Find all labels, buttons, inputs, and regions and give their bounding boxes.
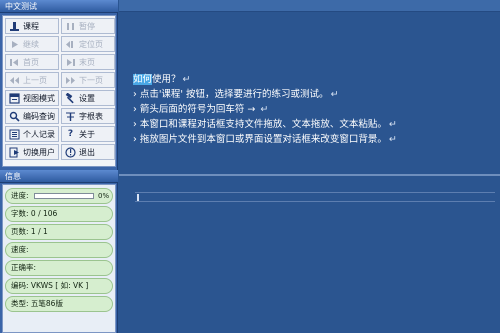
lesson-line: 如何使用？ ↵ (133, 74, 191, 85)
question-icon: ? (67, 129, 74, 139)
record-icon (9, 129, 20, 140)
lesson-line: › 拖放图片文件到本窗口或界面设置对话框来改变窗口背景。 ↵ (133, 134, 397, 145)
locate-page-button[interactable]: 定位页 (61, 36, 115, 52)
next-page-button[interactable]: 下一页 (61, 72, 115, 88)
exit-button[interactable]: 退出 (61, 144, 115, 160)
course-icon (9, 21, 20, 32)
code-query-button[interactable]: 编码查询 (5, 108, 59, 124)
main-area: 如何使用？ ↵ › 点击'课程' 按钮，选择要进行的练习或测试。 ↵ › 箭头后面的… (119, 0, 500, 333)
command-panel: 中文测试 课程 暂停 继续 定位页 首页 末页 上一页 下一页 视图模式 设置 … (0, 0, 118, 333)
type-row: 类型: 五笔86版 (5, 296, 113, 312)
encoding-row: 编码: VKWS [ 如: VK ] (5, 278, 113, 294)
hammer-icon (65, 92, 76, 104)
pause-icon (65, 21, 76, 32)
lesson-text: 如何使用？ ↵ › 点击'课程' 按钮，选择要进行的练习或测试。 ↵ › 箭头后面的… (133, 72, 493, 147)
personal-record-button[interactable]: 个人记录 (5, 126, 59, 142)
settings-button[interactable]: 设置 (61, 90, 115, 106)
info-panel: 进度: 0% 字数: 0 / 106 页数: 1 / 1 速度: 正确率: 编码… (2, 184, 116, 333)
resume-icon (9, 39, 20, 50)
switch-user-icon (9, 147, 20, 158)
main-header (119, 0, 500, 12)
return-symbol: ↵ (330, 89, 339, 100)
lesson-line: › 本窗口和课程对话框支持文件拖放、文本拖放、文本粘贴。 ↵ (133, 119, 397, 130)
return-symbol: ↵ (260, 104, 269, 115)
switch-user-button[interactable]: 切换用户 (5, 144, 59, 160)
last-page-button[interactable]: 末页 (61, 54, 115, 70)
first-page-button[interactable]: 首页 (5, 54, 59, 70)
divider (119, 174, 500, 176)
last-page-icon (65, 57, 76, 68)
highlighted-text: 如何 (133, 74, 153, 85)
exit-icon (65, 146, 76, 158)
lesson-line: › 箭头后面的符号为回车符 → ↵ (133, 104, 269, 115)
info-panel-title: 信息 (0, 170, 118, 183)
radical-table-icon (65, 111, 76, 122)
return-symbol: ↵ (182, 74, 191, 85)
return-symbol: ↵ (388, 119, 397, 130)
command-buttons: 课程 暂停 继续 定位页 首页 末页 上一页 下一页 视图模式 设置 编码查询 … (2, 15, 116, 167)
view-mode-icon (9, 92, 20, 104)
command-panel-title: 中文测试 (0, 0, 118, 13)
pause-button[interactable]: 暂停 (61, 18, 115, 34)
view-mode-button[interactable]: 视图模式 (5, 90, 59, 106)
accuracy-row: 正确率: (5, 260, 113, 276)
speed-row: 速度: (5, 242, 113, 258)
char-count-row: 字数: 0 / 106 (5, 206, 113, 222)
first-page-icon (9, 57, 20, 68)
lesson-line: › 点击'课程' 按钮，选择要进行的练习或测试。 ↵ (133, 89, 339, 100)
locate-page-icon (65, 39, 76, 50)
progress-bar (34, 193, 94, 199)
page-count-row: 页数: 1 / 1 (5, 224, 113, 240)
prev-page-button[interactable]: 上一页 (5, 72, 59, 88)
progress-row: 进度: 0% (5, 188, 113, 204)
search-icon (9, 111, 20, 122)
about-button[interactable]: ? 关于 (61, 126, 115, 142)
typing-input[interactable] (135, 192, 495, 202)
radical-table-button[interactable]: 字根表 (61, 108, 115, 124)
prev-page-icon (9, 75, 20, 86)
course-button[interactable]: 课程 (5, 18, 59, 34)
text-caret (137, 194, 139, 201)
return-symbol: ↵ (388, 134, 397, 145)
resume-button[interactable]: 继续 (5, 36, 59, 52)
next-page-icon (65, 75, 76, 86)
